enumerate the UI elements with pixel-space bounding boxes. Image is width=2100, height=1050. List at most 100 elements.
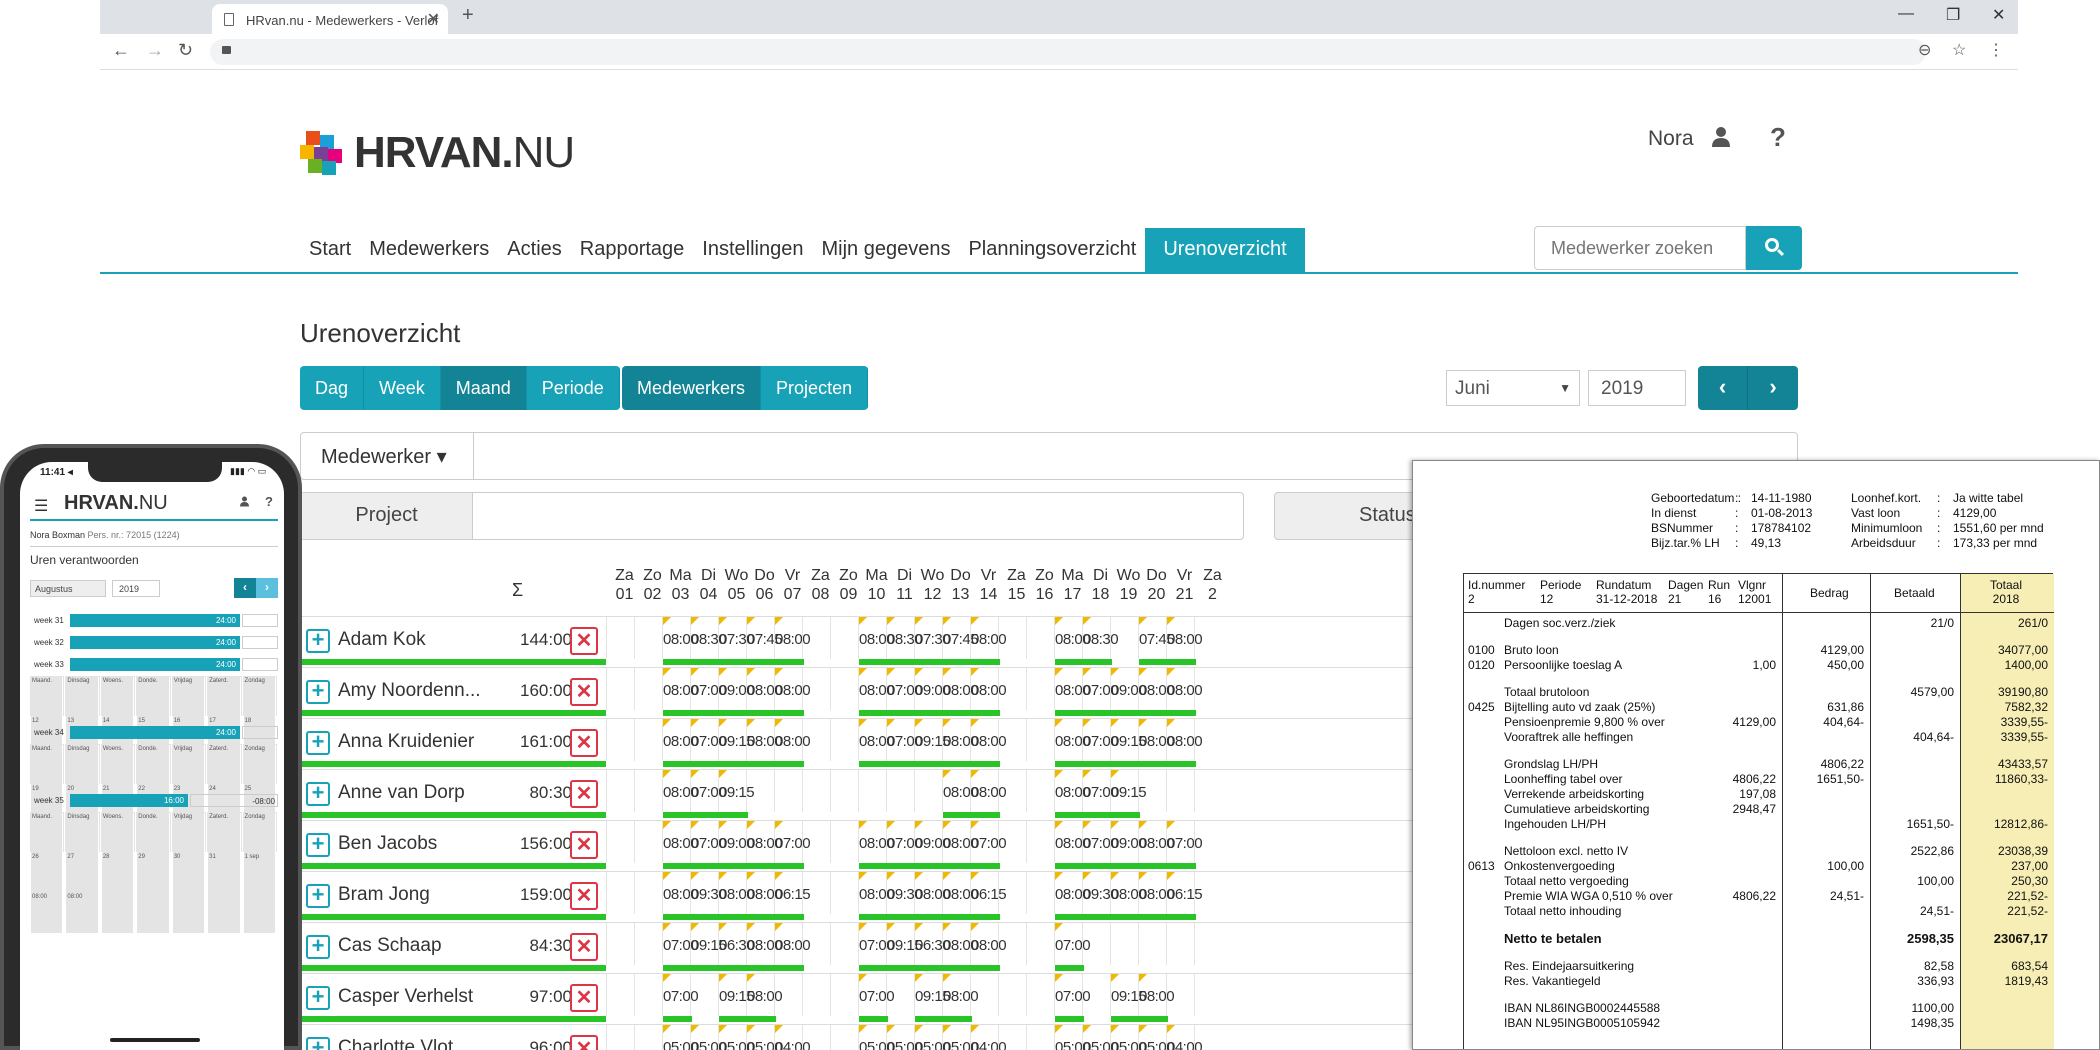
day-cell[interactable] (830, 770, 858, 812)
day-cell[interactable] (774, 770, 802, 812)
day-cell[interactable]: 08:00 (774, 668, 811, 716)
day-cell[interactable] (802, 923, 830, 965)
day-cell[interactable]: 09:30 (1082, 872, 1119, 920)
nav-mijn-gegevens[interactable]: Mijn gegevens (812, 228, 959, 272)
day-cell[interactable]: 09:00 (914, 668, 951, 716)
day-cell[interactable]: 09:15 (718, 770, 755, 818)
day-cell[interactable] (998, 872, 1026, 914)
nav-medewerkers[interactable]: Medewerkers (360, 228, 498, 272)
day-cell[interactable] (1110, 923, 1138, 965)
day-cell[interactable] (1138, 770, 1166, 812)
day-cell[interactable]: 08:00 (1138, 974, 1175, 1022)
day-cell[interactable] (1026, 821, 1054, 863)
minimize-button[interactable]: — (1898, 5, 1914, 23)
day-cell[interactable] (802, 974, 830, 1016)
day-cell[interactable] (830, 974, 858, 1016)
phone-prev-button[interactable]: ‹ (234, 578, 256, 598)
day-cell[interactable] (1110, 617, 1138, 659)
day-cell[interactable] (998, 719, 1026, 761)
day-cell[interactable] (634, 668, 662, 710)
day-cell[interactable]: 09:15 (718, 719, 755, 767)
employee-name[interactable]: Ben Jacobs (338, 833, 488, 855)
day-cell[interactable]: 08:00 (942, 668, 979, 716)
delete-button[interactable]: ✕ (570, 882, 598, 910)
day-cell[interactable]: 07:30 (718, 617, 755, 665)
add-entry-button[interactable]: + (306, 1037, 330, 1050)
day-cell[interactable]: 05:00 (858, 1025, 895, 1050)
day-cell[interactable]: 05:00 (662, 1025, 699, 1050)
employee-name[interactable]: Adam Kok (338, 629, 488, 651)
phone-year-input[interactable]: 2019 (112, 580, 160, 597)
day-cell[interactable] (1026, 719, 1054, 761)
zoom-icon[interactable]: ⊖ (1918, 40, 1931, 60)
day-cell[interactable] (802, 668, 830, 710)
week-day[interactable]: Woens. 14 (100, 676, 137, 797)
period-dag-button[interactable]: Dag (300, 366, 365, 410)
week-day[interactable]: Zaterd. 17 (207, 676, 243, 797)
back-button[interactable]: ← (112, 40, 130, 61)
previous-period-button[interactable]: ‹ (1698, 366, 1748, 410)
day-cell[interactable]: 07:00 (774, 821, 811, 869)
day-cell[interactable]: 06:15 (774, 872, 811, 920)
day-cell[interactable]: 08:00 (970, 923, 1007, 971)
day-cell[interactable]: 05:00 (914, 1025, 951, 1050)
day-cell[interactable]: 08:00 (942, 923, 979, 971)
day-cell[interactable] (802, 821, 830, 863)
week-day[interactable]: Donde. 29 (136, 812, 172, 933)
phone-user-icon[interactable] (240, 496, 249, 510)
employee-dropdown[interactable]: Medewerker ▾ (301, 433, 474, 479)
day-cell[interactable] (1194, 668, 1222, 710)
day-cell[interactable]: 07:00 (690, 668, 727, 716)
day-cell[interactable]: 05:00 (1110, 1025, 1147, 1050)
day-cell[interactable] (802, 872, 830, 914)
day-cell[interactable] (1194, 1025, 1222, 1050)
day-cell[interactable]: 08:00 (774, 617, 811, 665)
day-cell[interactable] (606, 974, 634, 1016)
delete-button[interactable]: ✕ (570, 933, 598, 961)
day-cell[interactable]: 07:00 (662, 974, 699, 1022)
day-cell[interactable] (830, 719, 858, 761)
day-cell[interactable] (746, 770, 774, 812)
day-cell[interactable] (1194, 872, 1222, 914)
day-cell[interactable] (858, 770, 886, 812)
day-cell[interactable] (1166, 770, 1194, 812)
day-cell[interactable]: 08:00 (858, 668, 895, 716)
day-cell[interactable] (998, 668, 1026, 710)
delete-button[interactable]: ✕ (570, 831, 598, 859)
day-cell[interactable]: 09:15 (718, 974, 755, 1022)
day-cell[interactable]: 08:00 (970, 617, 1007, 665)
day-cell[interactable]: 07:00 (1082, 719, 1119, 767)
nav-instellingen[interactable]: Instellingen (693, 228, 812, 272)
day-cell[interactable]: 09:15 (886, 923, 923, 971)
day-cell[interactable]: 08:00 (662, 719, 699, 767)
day-cell[interactable] (1194, 821, 1222, 863)
day-cell[interactable]: 07:45 (1138, 617, 1175, 665)
day-cell[interactable] (1194, 719, 1222, 761)
day-cell[interactable]: 08:00 (942, 974, 979, 1022)
day-cell[interactable] (606, 1025, 634, 1050)
day-cell[interactable]: 07:00 (886, 668, 923, 716)
day-cell[interactable] (634, 719, 662, 761)
add-entry-button[interactable]: + (306, 986, 330, 1010)
week-day[interactable]: Maand. 26 08:00 (30, 812, 66, 933)
day-cell[interactable]: 09:15 (914, 719, 951, 767)
week-day[interactable]: Zaterd. 31 (207, 812, 243, 933)
day-cell[interactable] (1026, 1025, 1054, 1050)
day-cell[interactable]: 08:00 (662, 668, 699, 716)
day-cell[interactable] (830, 1025, 858, 1050)
day-cell[interactable]: 06:30 (718, 923, 755, 971)
restore-button[interactable]: ❐ (1946, 5, 1960, 25)
day-cell[interactable] (1166, 974, 1194, 1016)
year-input[interactable]: 2019 (1588, 370, 1686, 406)
day-cell[interactable]: 06:15 (970, 872, 1007, 920)
site-logo[interactable]: HRVAN.NU (300, 128, 575, 178)
day-cell[interactable] (802, 1025, 830, 1050)
day-cell[interactable]: 08:00 (1054, 668, 1091, 716)
week-day[interactable]: Zaterd. 24 (207, 744, 243, 865)
period-week-button[interactable]: Week (364, 366, 441, 410)
day-cell[interactable]: 08:00 (858, 617, 895, 665)
day-cell[interactable] (886, 974, 914, 1016)
delete-button[interactable]: ✕ (570, 780, 598, 808)
forward-button[interactable]: → (146, 40, 164, 61)
new-tab-button[interactable]: + (462, 4, 474, 27)
